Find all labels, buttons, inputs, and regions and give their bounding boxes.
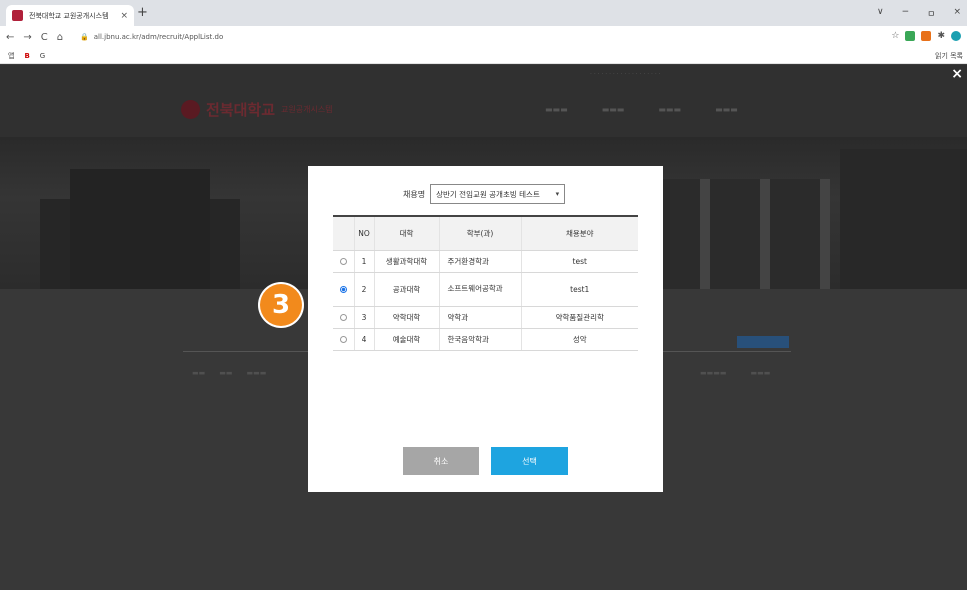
url-text: all.jbnu.ac.kr/adm/recruit/ApplList.do bbox=[93, 33, 224, 41]
new-tab-button[interactable]: + bbox=[137, 5, 148, 20]
site-logo: 전북대학교 교원공개시스템 bbox=[181, 99, 333, 120]
apps-bookmark[interactable]: 앱 bbox=[8, 51, 14, 61]
radio-button[interactable] bbox=[339, 258, 347, 265]
close-icon[interactable]: × bbox=[951, 66, 963, 82]
recruit-selector: 채용명 상반기 전임교원 공개초빙 테스트 ▾ bbox=[403, 184, 566, 204]
top-menu: ▬▬▬ ▬▬▬ ▬▬▬ ▬▬▬ bbox=[545, 105, 738, 114]
browser-tab[interactable]: 전북대학교 교원공개시스템 × bbox=[6, 5, 134, 26]
window-controls: ∨ − ㅁ × bbox=[877, 7, 961, 20]
bookmark-g[interactable]: G bbox=[40, 52, 45, 60]
table-row[interactable]: 3 약학대학 약학과 약학품질관리학 bbox=[333, 306, 638, 329]
position-table: NO 대학 학부(과) 채용분야 1 생활과학대학 주거환경학과 test 2 … bbox=[333, 215, 638, 351]
row-no: 4 bbox=[353, 328, 374, 351]
emblem-icon bbox=[181, 100, 200, 119]
menu-item-3: ▬▬▬ bbox=[658, 105, 682, 114]
address-bar-row: ← → C ⌂ 🔒 all.jbnu.ac.kr/adm/recruit/App… bbox=[0, 26, 967, 48]
system-name: 교원공개시스템 bbox=[281, 105, 333, 114]
row-college: 예술대학 bbox=[373, 328, 439, 351]
row-field: test1 bbox=[520, 272, 638, 307]
menu-item-4: ▬▬▬ bbox=[715, 105, 738, 114]
url-field[interactable]: 🔒 all.jbnu.ac.kr/adm/recruit/ApplList.do bbox=[80, 30, 223, 44]
extension-icons: ☆ ✱ bbox=[891, 31, 961, 41]
tab-title: 전북대학교 교원공개시스템 bbox=[29, 11, 109, 20]
puzzle-icon[interactable]: ✱ bbox=[937, 31, 945, 41]
recruit-dropdown[interactable]: 상반기 전임교원 공개초빙 테스트 ▾ bbox=[430, 184, 566, 204]
browser-tab-bar: 전북대학교 교원공개시스템 × + ∨ − ㅁ × bbox=[0, 0, 967, 26]
select-button[interactable]: 선택 bbox=[491, 447, 568, 475]
radio-button[interactable] bbox=[339, 314, 347, 321]
background-button bbox=[737, 336, 789, 348]
row-field: test bbox=[520, 250, 638, 273]
header-no: NO bbox=[353, 216, 374, 251]
tab-close-icon[interactable]: × bbox=[120, 11, 128, 21]
reading-list[interactable]: 읽기 목록 bbox=[935, 51, 963, 61]
row-college: 약학대학 bbox=[373, 306, 439, 329]
forward-icon[interactable]: → bbox=[23, 32, 31, 43]
select-position-modal: 채용명 상반기 전임교원 공개초빙 테스트 ▾ NO 대학 학부(과) 채용분야… bbox=[308, 166, 663, 492]
menu-item-1: ▬▬▬ bbox=[545, 105, 568, 114]
table-row[interactable]: 1 생활과학대학 주거환경학과 test bbox=[333, 250, 638, 273]
back-icon[interactable]: ← bbox=[6, 32, 14, 43]
tab-search-icon[interactable]: ∨ bbox=[877, 7, 884, 20]
minimize-icon[interactable]: − bbox=[902, 7, 910, 20]
chevron-down-icon: ▾ bbox=[555, 190, 560, 198]
row-dept: 주거환경학과 bbox=[438, 250, 521, 273]
header-field: 채용분야 bbox=[520, 216, 638, 251]
row-no: 1 bbox=[353, 250, 374, 273]
step-badge: 3 bbox=[260, 284, 302, 326]
site-header: · · · · · · · · · · · · · · · · · · · 전북… bbox=[0, 65, 967, 137]
table-header-row: NO 대학 학부(과) 채용분야 bbox=[333, 216, 638, 251]
row-no: 2 bbox=[353, 272, 374, 307]
row-college: 공과대학 bbox=[373, 272, 439, 307]
home-icon[interactable]: ⌂ bbox=[57, 32, 63, 43]
profile-avatar-icon[interactable] bbox=[951, 31, 961, 41]
radio-button-selected[interactable] bbox=[339, 286, 347, 293]
table-row[interactable]: 4 예술대학 한국음악학과 성악 bbox=[333, 328, 638, 351]
extension-orange-icon[interactable] bbox=[921, 31, 932, 41]
row-dept: 약학과 bbox=[438, 306, 521, 329]
row-no: 3 bbox=[353, 306, 374, 329]
star-icon[interactable]: ☆ bbox=[891, 31, 899, 41]
cancel-button[interactable]: 취소 bbox=[403, 447, 479, 475]
recruit-label: 채용명 bbox=[403, 189, 426, 199]
row-dept: 한국음악학과 bbox=[438, 328, 521, 351]
row-field: 성악 bbox=[520, 328, 638, 351]
bookmarks-bar: 앱 B G 읽기 목록 bbox=[0, 48, 967, 64]
header-college: 대학 bbox=[373, 216, 439, 251]
row-field: 약학품질관리학 bbox=[520, 306, 638, 329]
close-window-icon[interactable]: × bbox=[953, 7, 961, 20]
bookmark-b[interactable]: B bbox=[24, 52, 29, 60]
favicon-icon bbox=[12, 10, 23, 21]
header-dept: 학부(과) bbox=[438, 216, 521, 251]
reload-icon[interactable]: C bbox=[41, 32, 48, 43]
menu-item-2: ▬▬▬ bbox=[601, 105, 625, 114]
radio-button[interactable] bbox=[339, 336, 347, 343]
row-college: 생활과학대학 bbox=[373, 250, 439, 273]
extension-green-icon[interactable] bbox=[905, 31, 916, 41]
recruit-value: 상반기 전임교원 공개초빙 테스트 bbox=[436, 189, 540, 199]
lock-icon: 🔒 bbox=[80, 33, 89, 41]
top-links: · · · · · · · · · · · · · · · · · · · bbox=[590, 71, 661, 78]
maximize-icon[interactable]: ㅁ bbox=[927, 7, 935, 20]
row-dept: 소프트웨어공학과 bbox=[438, 272, 521, 307]
university-name: 전북대학교 bbox=[206, 101, 276, 119]
table-row[interactable]: 2 공과대학 소프트웨어공학과 test1 bbox=[333, 272, 638, 307]
header-radio bbox=[333, 216, 354, 251]
